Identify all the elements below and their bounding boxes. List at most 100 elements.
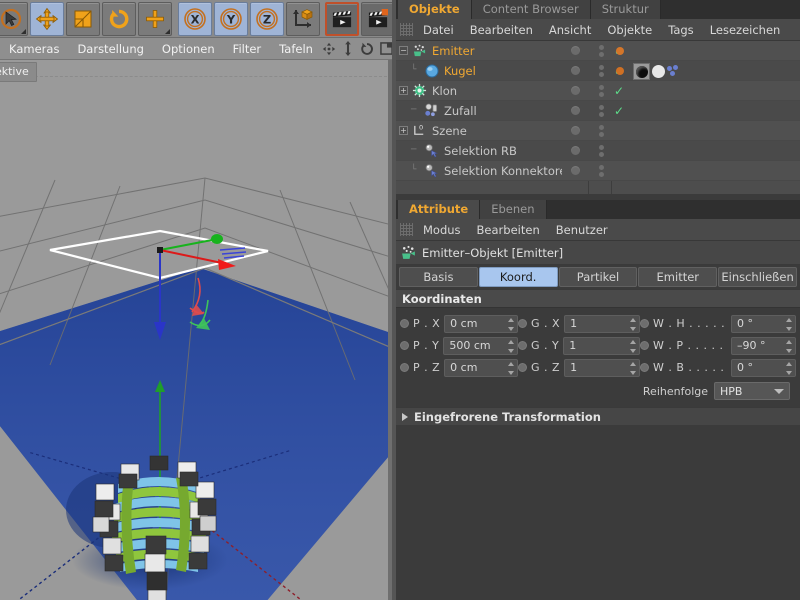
visibility-dot-cell[interactable] bbox=[562, 86, 588, 95]
tab-basis[interactable]: Basis bbox=[399, 267, 478, 287]
menu-ansicht[interactable]: Ansicht bbox=[541, 19, 599, 41]
tab-ebenen[interactable]: Ebenen bbox=[480, 200, 546, 219]
render-dots-cell[interactable] bbox=[588, 105, 614, 117]
table-row[interactable]: + Klon ✓ bbox=[396, 81, 800, 101]
visibility-dot-icon[interactable] bbox=[571, 146, 580, 155]
position-z-radio[interactable] bbox=[400, 363, 409, 372]
pan-icon[interactable] bbox=[322, 42, 336, 56]
menu-benutzer[interactable]: Benutzer bbox=[548, 219, 616, 241]
render-visibility-dot-icon[interactable] bbox=[599, 92, 604, 97]
expander-plus-icon[interactable]: + bbox=[399, 126, 408, 135]
tab-partikel[interactable]: Partikel bbox=[559, 267, 638, 287]
move-tool-button[interactable] bbox=[30, 2, 64, 36]
scale-tool-button[interactable] bbox=[66, 2, 100, 36]
spinner-icon[interactable] bbox=[629, 318, 636, 331]
spinner-icon[interactable] bbox=[629, 362, 636, 375]
menu-bearbeiten[interactable]: Bearbeiten bbox=[462, 19, 541, 41]
visibility-dot-cell[interactable] bbox=[562, 106, 588, 115]
viewport-menu-darstellung[interactable]: Darstellung bbox=[68, 38, 152, 60]
menu-datei[interactable]: Datei bbox=[415, 19, 462, 41]
viewport-menu-filter[interactable]: Filter bbox=[224, 38, 270, 60]
material-tag-black-icon[interactable] bbox=[633, 63, 650, 80]
tab-objekte[interactable]: Objekte bbox=[398, 0, 472, 19]
panel-grip-icon[interactable] bbox=[400, 223, 413, 236]
editor-visibility-dot-icon[interactable] bbox=[599, 165, 604, 170]
lock-z-axis-button[interactable]: Z bbox=[250, 2, 284, 36]
size-x-radio[interactable] bbox=[518, 319, 527, 328]
table-row[interactable]: − Emitter ✓ bbox=[396, 41, 800, 61]
spinner-icon[interactable] bbox=[507, 340, 514, 353]
viewport-menu-optionen[interactable]: Optionen bbox=[153, 38, 224, 60]
expander-minus-icon[interactable]: − bbox=[399, 46, 408, 55]
position-x-input[interactable]: 0 cm bbox=[444, 315, 518, 333]
tab-emitter[interactable]: Emitter bbox=[638, 267, 717, 287]
dynamics-tag-orange-icon[interactable] bbox=[616, 67, 624, 75]
rotation-h-input[interactable]: 0 ° bbox=[731, 315, 796, 333]
spinner-icon[interactable] bbox=[785, 362, 792, 375]
visibility-dot-icon[interactable] bbox=[571, 126, 580, 135]
world-object-coordinates-button[interactable] bbox=[286, 2, 320, 36]
render-view-button[interactable] bbox=[325, 2, 359, 36]
rotate-icon[interactable] bbox=[360, 42, 374, 56]
position-y-input[interactable]: 500 cm bbox=[443, 337, 518, 355]
size-z-input[interactable]: 1 bbox=[564, 359, 640, 377]
visibility-dot-cell[interactable] bbox=[562, 46, 588, 55]
tab-content-browser[interactable]: Content Browser bbox=[472, 0, 591, 19]
rotation-b-input[interactable]: 0 ° bbox=[731, 359, 796, 377]
visibility-dot-cell[interactable] bbox=[562, 126, 588, 135]
tab-struktur[interactable]: Struktur bbox=[591, 0, 661, 19]
render-visibility-dot-icon[interactable] bbox=[599, 152, 604, 157]
render-visibility-dot-icon[interactable] bbox=[599, 72, 604, 77]
rotate-tool-button[interactable] bbox=[102, 2, 136, 36]
object-manager-list[interactable]: − Emitter ✓ bbox=[396, 41, 800, 194]
visibility-dot-cell[interactable] bbox=[562, 166, 588, 175]
live-selection-tool-button[interactable] bbox=[0, 2, 28, 36]
table-row[interactable]: + 0 Szene bbox=[396, 121, 800, 141]
visibility-dot-icon[interactable] bbox=[571, 86, 580, 95]
rotation-order-dropdown[interactable]: HPB bbox=[714, 382, 790, 400]
size-y-input[interactable]: 1 bbox=[563, 337, 640, 355]
rotation-h-radio[interactable] bbox=[640, 319, 649, 328]
visibility-dot-icon[interactable] bbox=[571, 166, 580, 175]
viewport-3d[interactable]: pektive bbox=[0, 60, 392, 600]
panel-divider[interactable] bbox=[392, 0, 396, 600]
render-visibility-dot-icon[interactable] bbox=[599, 172, 604, 177]
viewport-camera-tab[interactable]: pektive bbox=[0, 62, 37, 82]
render-visibility-dot-icon[interactable] bbox=[599, 52, 604, 57]
frozen-transformation-section[interactable]: Eingefrorene Transformation bbox=[396, 407, 800, 425]
render-dots-cell[interactable] bbox=[588, 125, 614, 137]
rotation-p-radio[interactable] bbox=[640, 341, 649, 350]
table-row[interactable]: ─ Zufall ✓ bbox=[396, 101, 800, 121]
size-x-input[interactable]: 1 bbox=[564, 315, 640, 333]
visibility-dot-icon[interactable] bbox=[571, 66, 580, 75]
viewport-menu-kameras[interactable]: Kameras bbox=[0, 38, 68, 60]
position-z-input[interactable]: 0 cm bbox=[444, 359, 518, 377]
tab-koord[interactable]: Koord. bbox=[479, 267, 558, 287]
render-dots-cell[interactable] bbox=[588, 165, 614, 177]
dynamics-tag-orange-icon[interactable] bbox=[616, 47, 624, 55]
editor-visibility-dot-icon[interactable] bbox=[599, 125, 604, 130]
viewport-menu-tafeln[interactable]: Tafeln bbox=[270, 38, 322, 60]
rotation-p-input[interactable]: –90 ° bbox=[731, 337, 796, 355]
enabled-check-icon[interactable]: ✓ bbox=[614, 101, 634, 121]
rotation-b-radio[interactable] bbox=[640, 363, 649, 372]
table-row[interactable]: └ Selektion Konnektoren bbox=[396, 161, 800, 181]
lock-y-axis-button[interactable]: Y bbox=[214, 2, 248, 36]
editor-visibility-dot-icon[interactable] bbox=[599, 85, 604, 90]
menu-modus[interactable]: Modus bbox=[415, 219, 469, 241]
table-row[interactable]: ─ Selektion RB bbox=[396, 141, 800, 161]
size-z-radio[interactable] bbox=[518, 363, 527, 372]
render-dots-cell[interactable] bbox=[588, 65, 614, 77]
visibility-dot-cell[interactable] bbox=[562, 146, 588, 155]
visibility-dot-icon[interactable] bbox=[571, 106, 580, 115]
render-visibility-dot-icon[interactable] bbox=[599, 112, 604, 117]
size-y-radio[interactable] bbox=[518, 341, 527, 350]
spinner-icon[interactable] bbox=[629, 340, 636, 353]
render-dots-cell[interactable] bbox=[588, 145, 614, 157]
position-x-radio[interactable] bbox=[400, 319, 409, 328]
spinner-icon[interactable] bbox=[785, 340, 792, 353]
render-dots-cell[interactable] bbox=[588, 45, 614, 57]
tab-einschliessen[interactable]: Einschließen bbox=[718, 267, 797, 287]
maximize-icon[interactable] bbox=[380, 42, 393, 55]
render-to-picture-viewer-button[interactable] bbox=[361, 2, 395, 36]
